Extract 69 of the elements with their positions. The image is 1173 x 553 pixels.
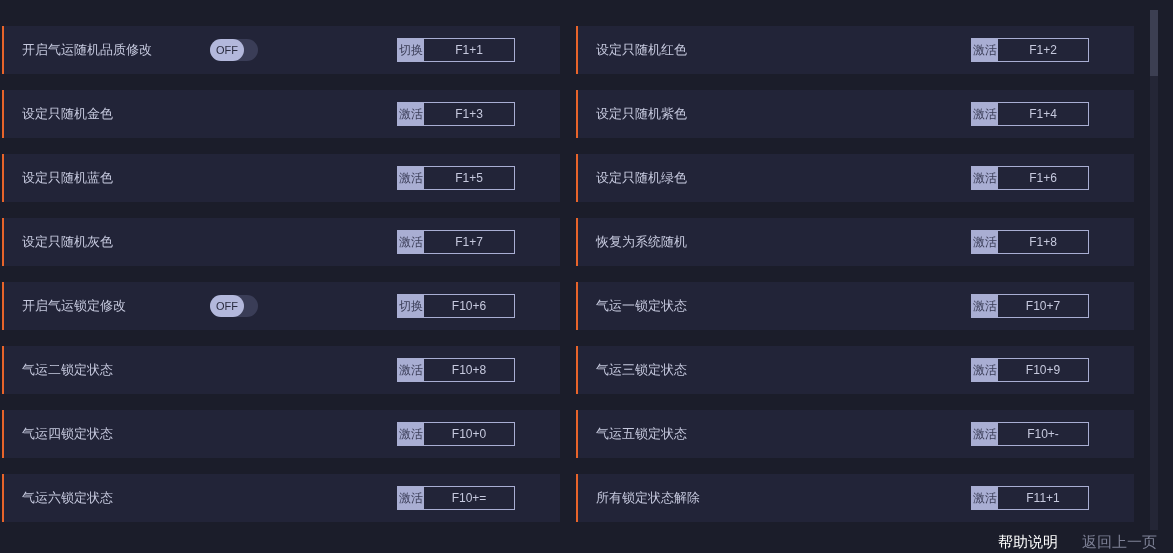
hotkey-action: 激活 [398,487,424,509]
option-label: 气运六锁定状态 [22,490,113,506]
hotkey-key: F1+4 [998,103,1088,125]
option-label: 设定只随机红色 [596,42,687,58]
hotkey-field[interactable]: 激活 F1+5 [397,166,515,190]
hotkey-field[interactable]: 激活 F1+7 [397,230,515,254]
hotkey-key: F10+7 [998,295,1088,317]
hotkey-key: F11+1 [998,487,1088,509]
hotkey-key: F1+1 [424,39,514,61]
hotkey-action: 激活 [398,167,424,189]
option-label: 开启气运随机品质修改 [22,42,152,58]
hotkey-field[interactable]: 切换 F1+1 [397,38,515,62]
help-link[interactable]: 帮助说明 [998,530,1058,553]
option-label: 设定只随机蓝色 [22,170,113,186]
hotkey-key: F10+6 [424,295,514,317]
hotkey-key: F1+7 [424,231,514,253]
hotkey-action: 激活 [972,167,998,189]
hotkey-field[interactable]: 激活 F11+1 [971,486,1089,510]
hotkey-action: 激活 [972,487,998,509]
hotkey-field[interactable]: 激活 F1+4 [971,102,1089,126]
hotkey-action: 切换 [398,295,424,317]
hotkey-action: 激活 [398,359,424,381]
hotkey-key: F10+0 [424,423,514,445]
hotkey-field[interactable]: 激活 F1+8 [971,230,1089,254]
hotkey-action: 激活 [972,295,998,317]
hotkey-key: F10+8 [424,359,514,381]
option-label: 气运四锁定状态 [22,426,113,442]
hotkey-action: 激活 [972,103,998,125]
option-label: 气运一锁定状态 [596,298,687,314]
option-label: 设定只随机灰色 [22,234,113,250]
option-label: 开启气运锁定修改 [22,298,126,314]
option-label: 设定只随机紫色 [596,106,687,122]
hotkey-action: 激活 [972,423,998,445]
hotkey-field[interactable]: 激活 F10+9 [971,358,1089,382]
hotkey-key: F10+= [424,487,514,509]
hotkey-key: F1+2 [998,39,1088,61]
hotkey-action: 激活 [398,231,424,253]
option-label: 气运三锁定状态 [596,362,687,378]
hotkey-key: F1+6 [998,167,1088,189]
hotkey-action: 切换 [398,39,424,61]
option-label: 气运二锁定状态 [22,362,113,378]
hotkey-field[interactable]: 激活 F10+0 [397,422,515,446]
hotkey-key: F1+5 [424,167,514,189]
hotkey-action: 激活 [398,423,424,445]
hotkey-action: 激活 [972,231,998,253]
hotkey-action: 激活 [972,359,998,381]
hotkey-field[interactable]: 激活 F10+8 [397,358,515,382]
hotkey-field[interactable]: 激活 F1+3 [397,102,515,126]
hotkey-field[interactable]: 激活 F10+7 [971,294,1089,318]
hotkey-key: F1+3 [424,103,514,125]
option-label: 设定只随机绿色 [596,170,687,186]
hotkey-action: 激活 [972,39,998,61]
hotkey-key: F10+9 [998,359,1088,381]
hotkey-field[interactable]: 激活 F1+6 [971,166,1089,190]
hotkey-field[interactable]: 激活 F10+- [971,422,1089,446]
scrollbar[interactable] [1150,10,1158,530]
hotkey-field[interactable]: 激活 F10+= [397,486,515,510]
option-label: 气运五锁定状态 [596,426,687,442]
option-label: 所有锁定状态解除 [596,490,700,506]
hotkey-key: F10+- [998,423,1088,445]
hotkey-field[interactable]: 激活 F1+2 [971,38,1089,62]
hotkey-field[interactable]: 切换 F10+6 [397,294,515,318]
hotkey-action: 激活 [398,103,424,125]
option-label: 设定只随机金色 [22,106,113,122]
option-label: 恢复为系统随机 [596,234,687,250]
toggle-switch[interactable]: OFF [210,39,258,61]
back-link[interactable]: 返回上一页 [1082,530,1157,553]
toggle-switch[interactable]: OFF [210,295,258,317]
hotkey-key: F1+8 [998,231,1088,253]
